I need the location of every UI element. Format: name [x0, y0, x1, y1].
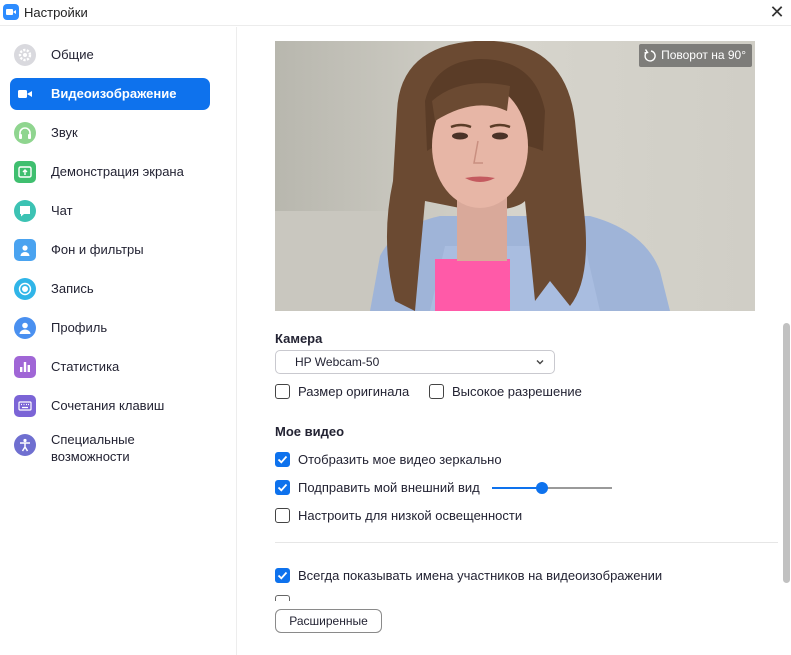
- sidebar-item-accessibility[interactable]: Специальные возможности: [10, 429, 210, 469]
- sidebar-item-label: Видеоизображение: [51, 86, 177, 101]
- original-size-checkbox[interactable]: Размер оригинала: [275, 383, 415, 401]
- camera-select-value: HP Webcam-50: [295, 355, 380, 369]
- advanced-button[interactable]: Расширенные: [275, 609, 382, 633]
- sidebar-item-audio[interactable]: Звук: [10, 117, 210, 149]
- sidebar-item-general[interactable]: Общие: [10, 39, 210, 71]
- touch-up-slider[interactable]: [492, 481, 612, 495]
- touch-up-checkbox[interactable]: Подправить мой внешний вид: [275, 479, 485, 497]
- checkbox-label: Настроить для низкой освещенности: [298, 508, 523, 523]
- rotate-label: Поворот на 90°: [661, 48, 746, 62]
- record-icon: [14, 278, 36, 300]
- checkbox-label: Подправить мой внешний вид: [298, 480, 480, 495]
- camera-preview-image: [275, 41, 755, 311]
- checkbox-box: [429, 384, 444, 399]
- sidebar-item-video[interactable]: Видеоизображение: [10, 78, 210, 110]
- checkbox-box: [275, 480, 290, 495]
- sidebar-item-statistics[interactable]: Статистика: [10, 351, 210, 383]
- sidebar-item-chat[interactable]: Чат: [10, 195, 210, 227]
- sidebar-item-profile[interactable]: Профиль: [10, 312, 210, 344]
- sidebar-item-background-filters[interactable]: Фон и фильтры: [10, 234, 210, 266]
- always-show-names-checkbox[interactable]: Всегда показывать имена участников на ви…: [275, 567, 675, 585]
- keyboard-icon: [14, 395, 36, 417]
- camera-preview: Поворот на 90°: [275, 41, 755, 311]
- mirror-video-checkbox[interactable]: Отобразить мое видео зеркально: [275, 451, 515, 469]
- accessibility-icon: [14, 434, 36, 456]
- title-bar: Настройки ✕: [0, 0, 791, 26]
- hd-checkbox[interactable]: Высокое разрешение: [429, 383, 589, 401]
- chevron-down-icon: [536, 360, 544, 365]
- checkbox-box: [275, 452, 290, 467]
- my-video-section-title: Мое видео: [275, 424, 345, 439]
- partially-visible-checkbox[interactable]: [275, 595, 290, 601]
- sidebar-item-label: Профиль: [51, 320, 108, 335]
- checkmark-icon: [277, 483, 288, 492]
- section-divider: [275, 542, 778, 543]
- settings-sidebar: Общие Видеоизображение Звук Демонстрация…: [0, 27, 237, 655]
- chat-bubble-icon: [14, 200, 36, 222]
- sidebar-item-keyboard-shortcuts[interactable]: Сочетания клавиш: [10, 390, 210, 422]
- camera-select[interactable]: HP Webcam-50: [275, 350, 555, 374]
- bar-chart-icon: [14, 356, 36, 378]
- sidebar-item-label: Статистика: [51, 359, 120, 374]
- headphones-icon: [14, 122, 36, 144]
- sidebar-item-label: Специальные возможности: [51, 432, 135, 464]
- zoom-app-icon: [3, 4, 19, 20]
- checkbox-label: Всегда показывать имена участников на ви…: [298, 568, 663, 583]
- checkbox-label: Размер оригинала: [298, 384, 410, 399]
- sidebar-item-share-screen[interactable]: Демонстрация экрана: [10, 156, 210, 188]
- rotate-icon: [644, 49, 656, 62]
- sidebar-item-label: Демонстрация экрана: [51, 164, 184, 179]
- slider-thumb[interactable]: [536, 482, 548, 494]
- sidebar-item-label: Звук: [51, 125, 78, 140]
- sidebar-item-label: Чат: [51, 203, 73, 218]
- rotate-90-button[interactable]: Поворот на 90°: [639, 44, 752, 67]
- video-camera-icon: [14, 83, 36, 105]
- checkbox-label: Высокое разрешение: [452, 384, 582, 399]
- window-title: Настройки: [24, 5, 88, 20]
- video-settings-panel: Поворот на 90° Камера HP Webcam-50 Разме…: [238, 27, 791, 655]
- low-light-checkbox[interactable]: Настроить для низкой освещенности: [275, 507, 535, 525]
- checkbox-label: Отобразить мое видео зеркально: [298, 452, 502, 467]
- camera-section-title: Камера: [275, 331, 323, 346]
- checkbox-box: [275, 508, 290, 523]
- share-screen-icon: [14, 161, 36, 183]
- sidebar-item-label: Общие: [51, 47, 94, 62]
- sidebar-item-recording[interactable]: Запись: [10, 273, 210, 305]
- slider-fill: [492, 487, 542, 489]
- sidebar-item-label: Запись: [51, 281, 94, 296]
- person-background-icon: [14, 239, 36, 261]
- checkmark-icon: [277, 571, 288, 580]
- checkbox-box: [275, 568, 290, 583]
- close-icon[interactable]: ✕: [766, 2, 788, 24]
- sidebar-item-label: Фон и фильтры: [51, 242, 144, 257]
- sidebar-item-label: Сочетания клавиш: [51, 398, 165, 413]
- checkmark-icon: [277, 455, 288, 464]
- scrollbar-thumb[interactable]: [783, 323, 790, 583]
- gear-icon: [14, 44, 36, 66]
- profile-icon: [14, 317, 36, 339]
- checkbox-box: [275, 384, 290, 399]
